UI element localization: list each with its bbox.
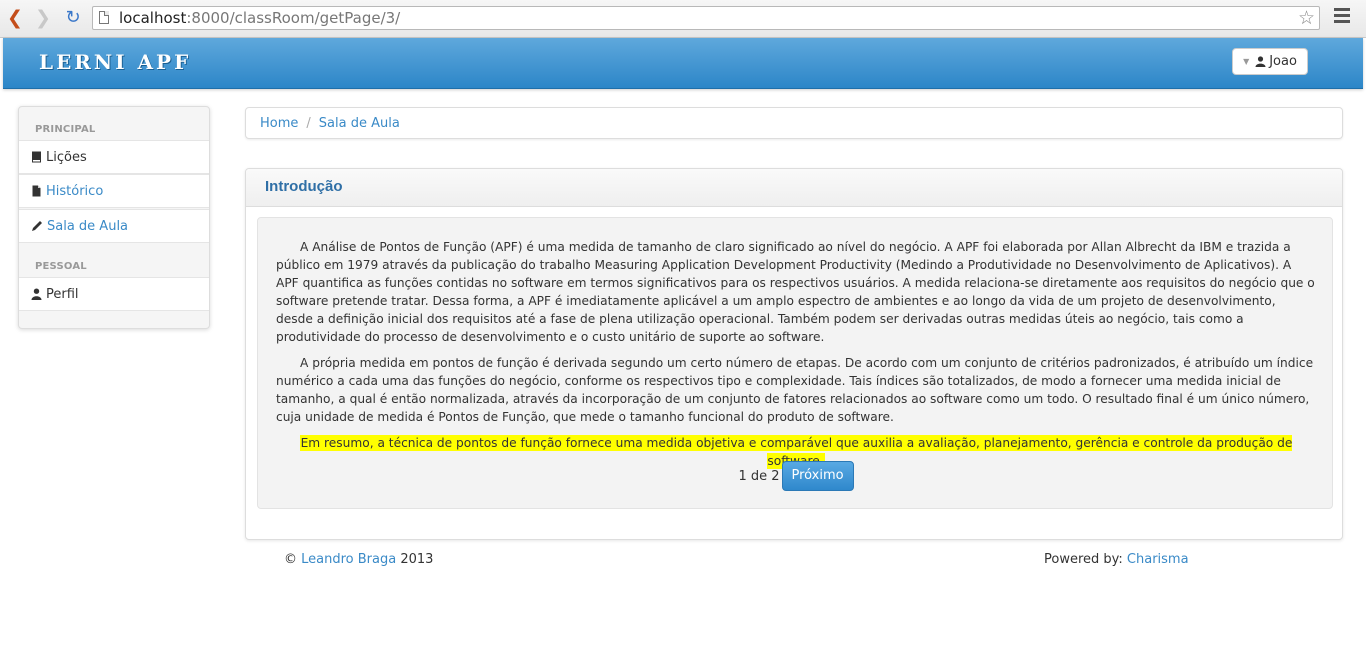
- copyright-year: 2013: [400, 552, 434, 567]
- caret-down-icon: ▼: [1243, 57, 1250, 66]
- panel-title: Introdução: [265, 178, 343, 195]
- sidebar-header-principal: PRINCIPAL: [35, 124, 96, 135]
- pencil-icon: [32, 221, 42, 231]
- author-link[interactable]: Leandro Braga: [301, 552, 396, 567]
- page-indicator: 1 de 2: [738, 468, 780, 484]
- sidebar-item-perfil[interactable]: Perfil: [19, 277, 209, 311]
- user-icon: [31, 288, 42, 300]
- book-icon: [32, 151, 41, 163]
- breadcrumb-sala-de-aula[interactable]: Sala de Aula: [319, 116, 400, 131]
- reload-icon[interactable]: ↻: [62, 7, 84, 29]
- panel-header: Introdução: [246, 169, 1342, 207]
- footer-powered: Powered by: Charisma: [1044, 552, 1189, 567]
- content-panel: Introdução A Análise de Pontos de Função…: [245, 168, 1343, 540]
- sidebar-item-historico[interactable]: Histórico: [19, 174, 209, 208]
- address-bar[interactable]: localhost:8000/classRoom/getPage/3/ ☆: [92, 6, 1320, 30]
- breadcrumb: Home / Sala de Aula: [245, 107, 1343, 139]
- lesson-text: A Análise de Pontos de Função (APF) é um…: [276, 238, 1316, 470]
- paragraph-1: A Análise de Pontos de Função (APF) é um…: [276, 240, 1315, 344]
- bookmark-star-icon[interactable]: ☆: [1298, 7, 1315, 29]
- sidebar-item-sala-de-aula[interactable]: Sala de Aula: [19, 209, 209, 243]
- pager: 1 de 2 Próximo: [258, 461, 1334, 491]
- url-text: localhost:8000/classRoom/getPage/3/: [119, 9, 401, 27]
- breadcrumb-separator: /: [306, 115, 311, 131]
- back-icon[interactable]: ❮: [4, 7, 26, 29]
- footer-copyright: © Leandro Braga 2013: [284, 552, 433, 567]
- copyright-symbol: ©: [284, 552, 297, 567]
- powered-label: Powered by:: [1044, 552, 1123, 567]
- browser-toolbar: ❮ ❯ ↻ localhost:8000/classRoom/getPage/3…: [0, 0, 1366, 38]
- page-icon: [99, 11, 109, 24]
- file-icon: [32, 185, 41, 197]
- paragraph-2: A própria medida em pontos de função é d…: [276, 356, 1314, 424]
- sidebar-item-label: Lições: [46, 149, 87, 165]
- sidebar-item-label: Sala de Aula: [47, 218, 129, 234]
- browser-menu-icon[interactable]: [1334, 8, 1350, 26]
- lesson-content-well: A Análise de Pontos de Função (APF) é um…: [257, 217, 1333, 509]
- breadcrumb-home[interactable]: Home: [260, 116, 298, 131]
- user-icon: [1255, 56, 1266, 67]
- sidebar-item-label: Perfil: [46, 286, 79, 302]
- user-menu-button[interactable]: ▼ Joao: [1232, 48, 1308, 75]
- sidebar-item-label: Histórico: [46, 183, 104, 199]
- next-button[interactable]: Próximo: [781, 461, 854, 491]
- sidebar-header-pessoal: PESSOAL: [35, 261, 87, 272]
- sidebar-item-licoes[interactable]: Lições: [19, 140, 209, 174]
- charisma-link[interactable]: Charisma: [1127, 552, 1189, 567]
- brand-logo[interactable]: LERNI APF: [39, 50, 191, 74]
- sidebar: PRINCIPAL Lições Histórico Sala de Aula …: [18, 106, 210, 329]
- forward-icon[interactable]: ❯: [32, 7, 54, 29]
- user-name: Joao: [1269, 54, 1297, 69]
- top-navbar: LERNI APF ▼ Joao: [3, 38, 1363, 89]
